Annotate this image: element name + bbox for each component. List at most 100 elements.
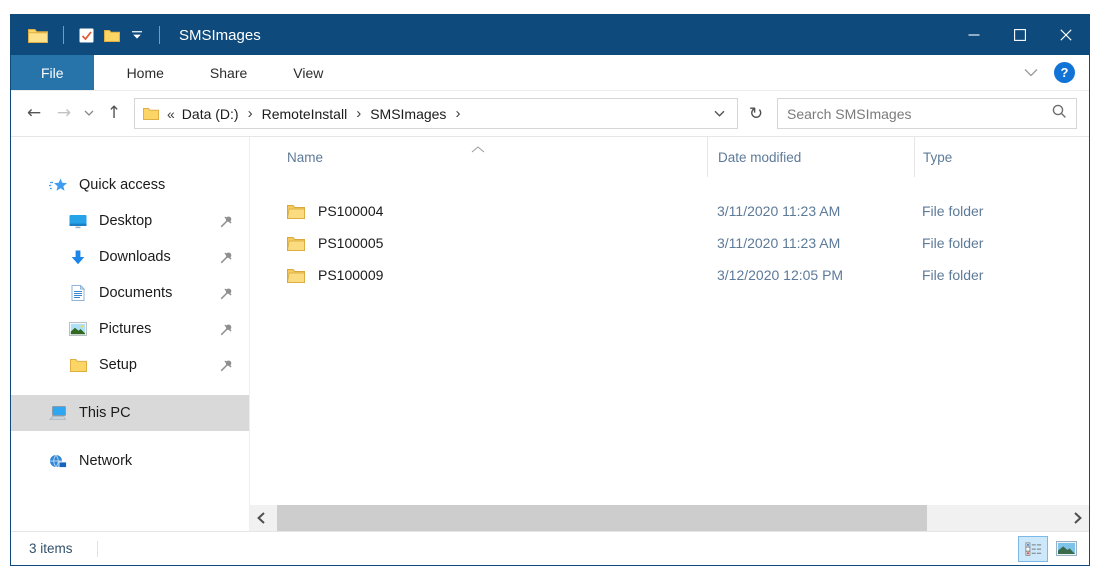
- file-row[interactable]: PS100009 3/12/2020 12:05 PM File folder: [250, 259, 1089, 291]
- pin-icon: [220, 215, 233, 228]
- sidebar-item-setup[interactable]: Setup: [11, 347, 249, 383]
- ribbon-expand-chevron-icon[interactable]: [1024, 64, 1038, 82]
- status-bar: 3 items: [11, 531, 1089, 565]
- screenshot-canvas: SMSImages File Home Share View: [0, 0, 1105, 580]
- sidebar-item-label: This PC: [79, 405, 131, 421]
- sidebar-item-pictures[interactable]: Pictures: [11, 311, 249, 347]
- up-button[interactable]: ↑: [99, 105, 129, 122]
- search-input[interactable]: [787, 106, 1051, 122]
- breadcrumb-overflow[interactable]: «: [161, 106, 182, 122]
- column-header-row: Name Date modified Type: [250, 137, 1089, 177]
- file-name: PS100004: [318, 203, 707, 219]
- titlebar-separator: [159, 26, 160, 44]
- address-bar[interactable]: « Data (D:) › RemoteInstall › SMSImages …: [134, 98, 738, 129]
- navigation-pane: Quick access Desktop Downloads: [11, 137, 249, 531]
- pin-icon: [220, 251, 233, 264]
- scroll-left-icon[interactable]: [250, 505, 272, 531]
- network-icon: [47, 454, 69, 469]
- navigation-toolbar: ← → ↑ « Data (D:) › RemoteInstall › SMSI…: [11, 91, 1089, 137]
- sidebar-item-quick-access[interactable]: Quick access: [11, 167, 249, 203]
- breadcrumb-chevron-icon[interactable]: ›: [446, 105, 469, 122]
- close-button[interactable]: [1043, 15, 1089, 55]
- refresh-icon[interactable]: ↻: [741, 104, 771, 124]
- view-toggles: [1018, 536, 1081, 562]
- breadcrumb-segment-drive[interactable]: Data (D:): [182, 106, 239, 122]
- quick-access-star-icon: [47, 178, 69, 193]
- tab-share[interactable]: Share: [187, 55, 270, 90]
- address-history-chevron-icon[interactable]: [710, 110, 729, 118]
- downloads-icon: [67, 250, 89, 265]
- pin-icon: [220, 287, 233, 300]
- sidebar-item-network[interactable]: Network: [11, 443, 249, 479]
- back-button[interactable]: ←: [19, 105, 49, 122]
- minimize-button[interactable]: [951, 15, 997, 55]
- help-button[interactable]: ?: [1054, 62, 1075, 83]
- search-icon[interactable]: [1051, 103, 1067, 124]
- recent-locations-chevron-icon[interactable]: [79, 110, 99, 117]
- folder-icon: [287, 268, 305, 283]
- sidebar-item-label: Pictures: [99, 321, 151, 337]
- file-row[interactable]: PS100005 3/11/2020 11:23 AM File folder: [250, 227, 1089, 259]
- breadcrumb-segment-smsimages[interactable]: SMSImages: [370, 106, 446, 122]
- sidebar-item-label: Downloads: [99, 249, 171, 265]
- breadcrumb-segment-remoteinstall[interactable]: RemoteInstall: [262, 106, 348, 122]
- list-top-spacer: [250, 177, 1089, 195]
- desktop-icon: [67, 214, 89, 229]
- items-count: 3 items: [29, 541, 73, 556]
- file-name: PS100009: [318, 267, 707, 283]
- tab-file[interactable]: File: [11, 55, 94, 90]
- sidebar-item-label: Quick access: [79, 177, 165, 193]
- sidebar-item-this-pc[interactable]: This PC: [11, 395, 249, 431]
- column-header-type[interactable]: Type: [914, 137, 1089, 177]
- thumbnails-view-button[interactable]: [1051, 536, 1081, 562]
- search-box: [777, 98, 1077, 129]
- sidebar-item-downloads[interactable]: Downloads: [11, 239, 249, 275]
- main-area: Quick access Desktop Downloads: [11, 137, 1089, 531]
- scroll-right-icon[interactable]: [1067, 505, 1089, 531]
- scrollbar-thumb[interactable]: [277, 505, 927, 531]
- pin-icon: [220, 359, 233, 372]
- sidebar-item-documents[interactable]: Documents: [11, 275, 249, 311]
- qat-new-folder-icon[interactable]: [104, 29, 120, 42]
- sidebar-gap: [11, 431, 249, 443]
- folder-icon: [287, 236, 305, 251]
- pin-icon: [220, 323, 233, 336]
- qat-customize-dropdown-icon[interactable]: [132, 31, 142, 40]
- file-date-modified: 3/12/2020 12:05 PM: [707, 267, 914, 283]
- file-type: File folder: [914, 267, 1089, 283]
- horizontal-scrollbar[interactable]: [250, 505, 1089, 531]
- address-folder-icon: [143, 107, 159, 120]
- tab-view[interactable]: View: [270, 55, 346, 90]
- folder-icon: [67, 358, 89, 372]
- file-name: PS100005: [318, 235, 707, 251]
- breadcrumb-chevron-icon[interactable]: ›: [239, 105, 262, 122]
- file-date-modified: 3/11/2020 11:23 AM: [707, 203, 914, 219]
- details-view-button[interactable]: [1018, 536, 1048, 562]
- breadcrumb-chevron-icon[interactable]: ›: [347, 105, 370, 122]
- file-explorer-window: SMSImages File Home Share View: [10, 14, 1090, 566]
- sidebar-item-desktop[interactable]: Desktop: [11, 203, 249, 239]
- this-pc-icon: [47, 406, 69, 421]
- ribbon-tab-bar: File Home Share View ?: [11, 55, 1089, 91]
- status-separator: [97, 541, 98, 557]
- tab-home[interactable]: Home: [104, 55, 187, 90]
- documents-icon: [67, 285, 89, 301]
- file-list-pane: Name Date modified Type PS100004 3/11/20…: [249, 137, 1089, 531]
- file-type: File folder: [914, 235, 1089, 251]
- titlebar[interactable]: SMSImages: [11, 15, 1089, 55]
- folder-icon: [287, 204, 305, 219]
- maximize-button[interactable]: [997, 15, 1043, 55]
- sidebar-item-label: Setup: [99, 357, 137, 373]
- sidebar-item-label: Network: [79, 453, 132, 469]
- sidebar-item-label: Desktop: [99, 213, 152, 229]
- sidebar-gap: [11, 383, 249, 395]
- file-date-modified: 3/11/2020 11:23 AM: [707, 235, 914, 251]
- column-header-date-modified[interactable]: Date modified: [707, 137, 914, 177]
- sort-ascending-icon[interactable]: [471, 140, 485, 158]
- qat-properties-icon[interactable]: [79, 28, 94, 43]
- window-controls: [951, 15, 1089, 55]
- forward-button[interactable]: →: [49, 105, 79, 122]
- file-row[interactable]: PS100004 3/11/2020 11:23 AM File folder: [250, 195, 1089, 227]
- app-folder-icon: [28, 27, 48, 43]
- window-title: SMSImages: [179, 27, 261, 44]
